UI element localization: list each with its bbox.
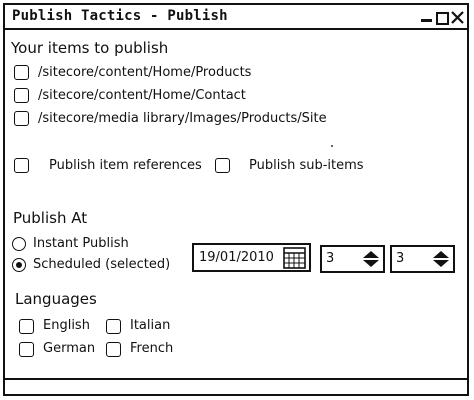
items-section-title: Your items to publish bbox=[11, 39, 169, 57]
status-bar-divider bbox=[5, 378, 469, 380]
item-checkbox-contact[interactable] bbox=[14, 88, 29, 103]
item-checkbox-site-image[interactable] bbox=[14, 111, 29, 126]
calendar-icon[interactable] bbox=[283, 247, 307, 270]
publish-dialog: Publish Tactics - Publish bbox=[3, 3, 469, 396]
language-checkbox-italian[interactable] bbox=[106, 319, 121, 334]
minute-stepper[interactable]: 3 bbox=[390, 245, 455, 273]
language-checkbox-english[interactable] bbox=[19, 319, 34, 334]
item-checkbox-products[interactable] bbox=[14, 65, 29, 80]
scheduled-label: Scheduled (selected) bbox=[33, 257, 171, 272]
language-label-german: German bbox=[43, 341, 96, 356]
minimize-icon[interactable] bbox=[421, 11, 433, 23]
item-path-site-image: /sitecore/media library/Images/Products/… bbox=[38, 111, 327, 126]
language-label-french: French bbox=[130, 341, 174, 356]
date-picker[interactable]: 19/01/2010 bbox=[192, 243, 311, 272]
maximize-icon[interactable] bbox=[436, 11, 449, 25]
language-checkbox-french[interactable] bbox=[106, 342, 121, 357]
instant-publish-label: Instant Publish bbox=[33, 236, 129, 251]
publish-references-checkbox[interactable] bbox=[14, 158, 29, 173]
hour-stepper[interactable]: 3 bbox=[320, 245, 385, 273]
spinner-arrows-icon[interactable] bbox=[361, 249, 381, 269]
publish-subitems-checkbox[interactable] bbox=[215, 158, 230, 173]
date-value: 19/01/2010 bbox=[199, 250, 274, 265]
minute-value: 3 bbox=[396, 251, 405, 266]
publish-references-label: Publish item references bbox=[49, 158, 202, 173]
scheduled-radio[interactable] bbox=[12, 258, 26, 272]
language-label-english: English bbox=[43, 318, 90, 333]
stray-dot bbox=[331, 145, 333, 147]
instant-publish-radio[interactable] bbox=[12, 237, 26, 251]
item-path-products: /sitecore/content/Home/Products bbox=[38, 65, 252, 80]
hour-value: 3 bbox=[326, 251, 335, 266]
close-icon[interactable] bbox=[451, 11, 464, 24]
language-label-italian: Italian bbox=[130, 318, 171, 333]
spinner-arrows-icon[interactable] bbox=[431, 249, 451, 269]
languages-title: Languages bbox=[15, 290, 97, 308]
window-title: Publish Tactics - Publish bbox=[12, 8, 228, 24]
language-checkbox-german[interactable] bbox=[19, 342, 34, 357]
window-controls bbox=[421, 9, 464, 25]
title-bar: Publish Tactics - Publish bbox=[5, 5, 467, 30]
item-path-contact: /sitecore/content/Home/Contact bbox=[38, 88, 246, 103]
publish-at-title: Publish At bbox=[13, 209, 88, 227]
publish-subitems-label: Publish sub-items bbox=[249, 158, 364, 173]
